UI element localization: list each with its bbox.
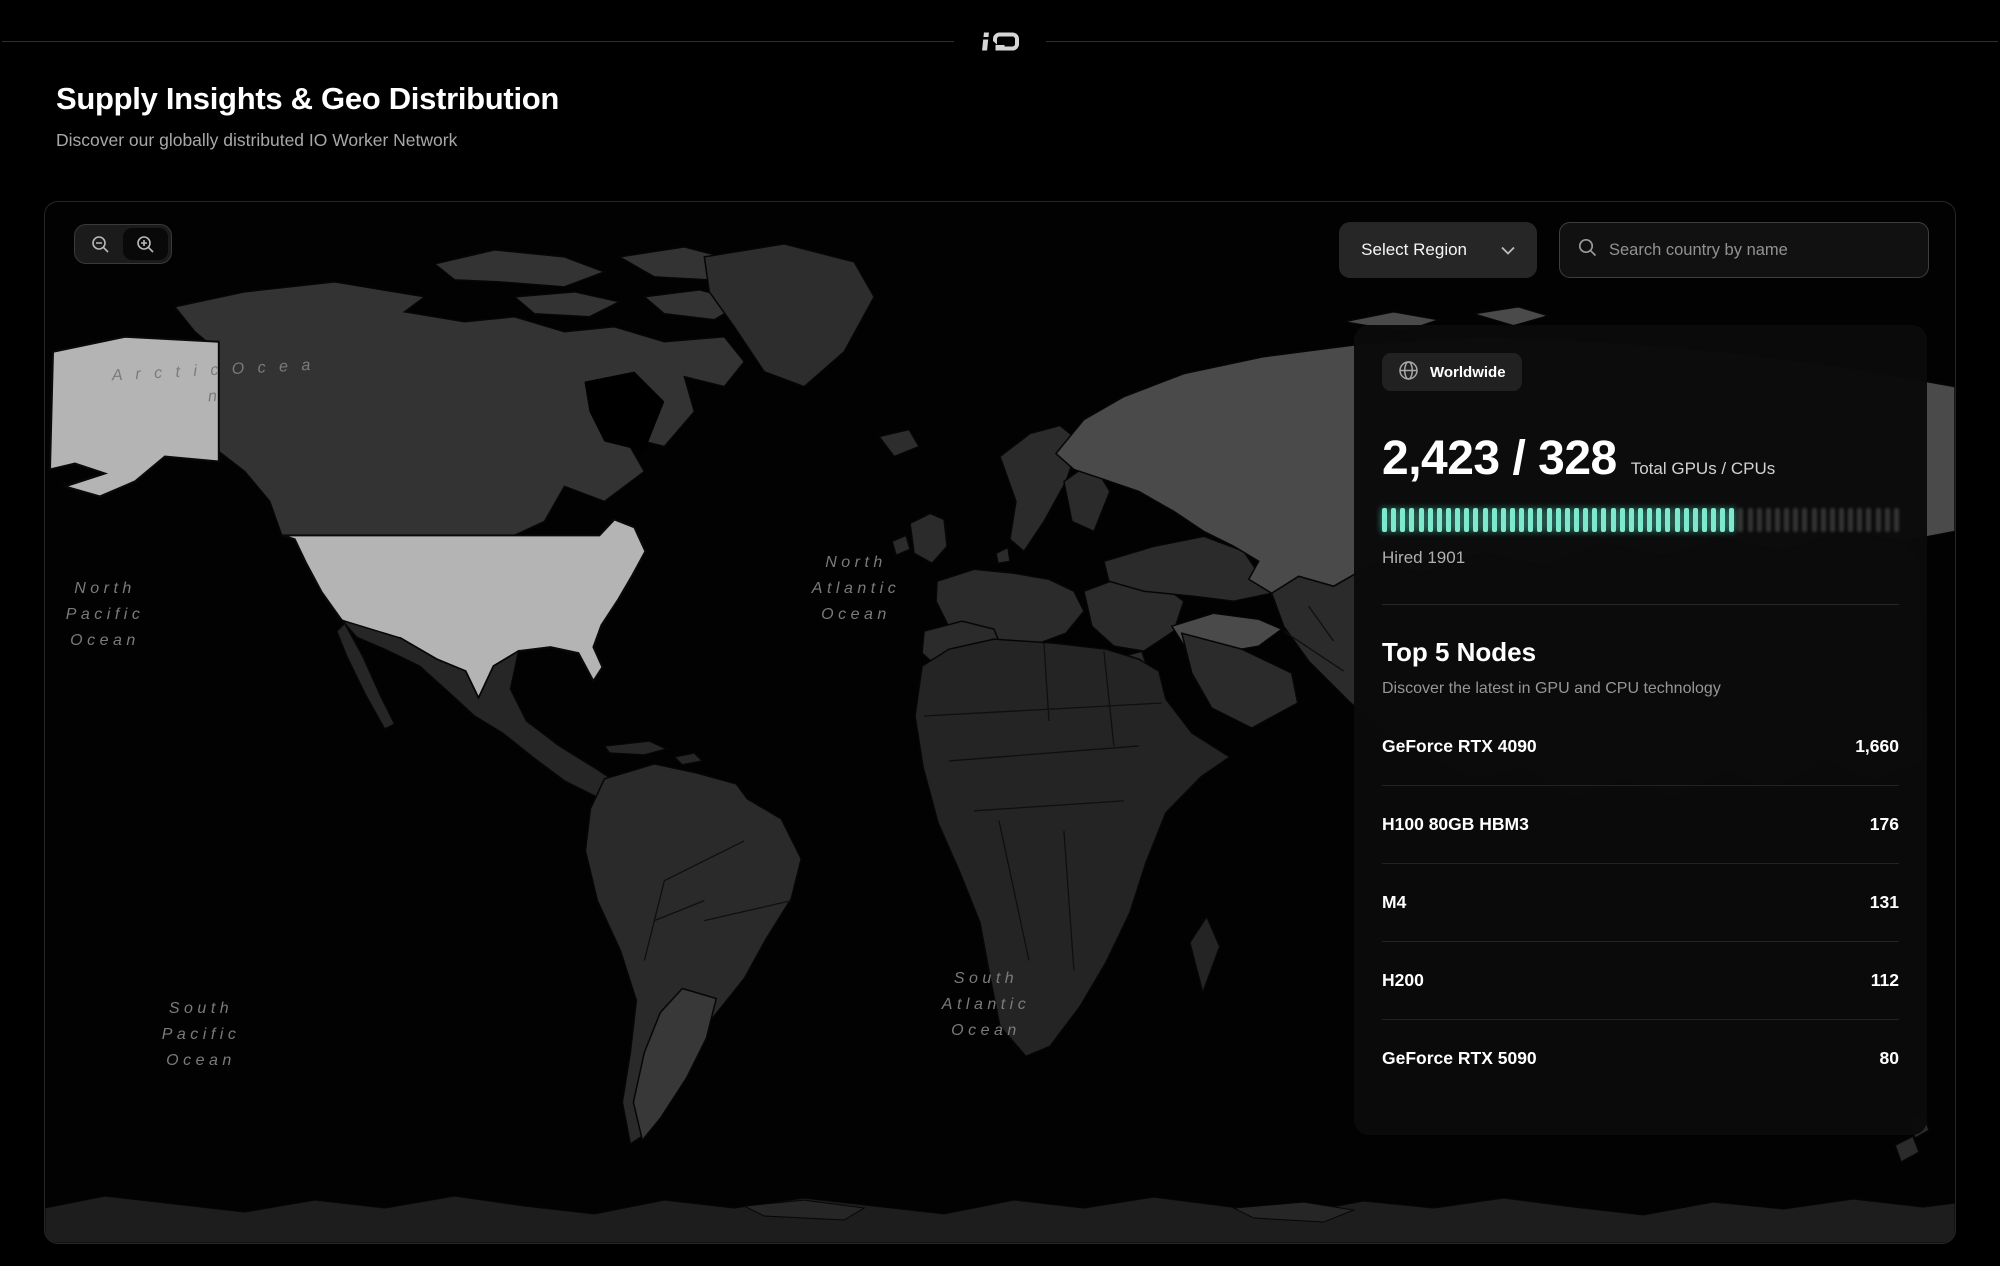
- node-count: 80: [1880, 1048, 1899, 1069]
- country-alaska[interactable]: [50, 337, 219, 497]
- node-count: 1,660: [1855, 736, 1899, 757]
- zoom-in-button[interactable]: [123, 228, 168, 260]
- magnifier-plus-icon: [136, 235, 155, 254]
- top-nodes-list: GeForce RTX 4090 1,660 H100 80GB HBM3 17…: [1382, 708, 1899, 1097]
- node-count: 176: [1870, 814, 1899, 835]
- zoom-out-button[interactable]: [78, 228, 123, 260]
- node-name: GeForce RTX 4090: [1382, 736, 1537, 757]
- hired-label: Hired 1901: [1382, 548, 1899, 568]
- top-nodes-title: Top 5 Nodes: [1382, 637, 1899, 668]
- page-title: Supply Insights & Geo Distribution: [56, 81, 2000, 117]
- top-nodes-subtitle: Discover the latest in GPU and CPU techn…: [1382, 680, 1899, 698]
- continent-africa[interactable]: [915, 639, 1230, 1056]
- node-row: GeForce RTX 5090 80: [1382, 1019, 1899, 1097]
- totals: 2,423 / 328 Total GPUs / CPUs: [1382, 431, 1899, 486]
- total-gpus-cpus-value: 2,423 / 328: [1382, 431, 1617, 486]
- map-card: A r c t i c O c e a n North Pacific Ocea…: [44, 201, 1956, 1244]
- continent-antarctica: [45, 1196, 1955, 1243]
- io-logo-icon: [980, 32, 1020, 51]
- chevron-down-icon: [1501, 240, 1515, 260]
- globe-icon: [1398, 360, 1419, 385]
- magnifier-minus-icon: [91, 235, 110, 254]
- page-subtitle: Discover our globally distributed IO Wor…: [56, 130, 2000, 151]
- select-region-label: Select Region: [1361, 240, 1467, 260]
- node-name: GeForce RTX 5090: [1382, 1048, 1537, 1069]
- node-name: H100 80GB HBM3: [1382, 814, 1529, 835]
- capacity-bar: [1382, 508, 1899, 532]
- stats-panel: Worldwide 2,423 / 328 Total GPUs / CPUs …: [1354, 325, 1927, 1135]
- search-icon: [1578, 238, 1597, 262]
- divider-line: [2, 41, 954, 42]
- search-input[interactable]: [1609, 241, 1910, 260]
- top-divider: [0, 32, 2000, 51]
- region-chip-label: Worldwide: [1430, 364, 1506, 381]
- country-brazil[interactable]: [585, 764, 801, 1144]
- panel-divider: [1382, 604, 1899, 605]
- total-gpus-cpus-caption: Total GPUs / CPUs: [1631, 459, 1776, 479]
- node-row: M4 131: [1382, 863, 1899, 941]
- node-count: 131: [1870, 892, 1899, 913]
- node-row: GeForce RTX 4090 1,660: [1382, 708, 1899, 785]
- node-count: 112: [1871, 970, 1899, 991]
- node-row: H100 80GB HBM3 176: [1382, 785, 1899, 863]
- node-name: M4: [1382, 892, 1406, 913]
- region-chip: Worldwide: [1382, 353, 1522, 391]
- node-row: H200 112: [1382, 941, 1899, 1019]
- node-name: H200: [1382, 970, 1424, 991]
- country-search[interactable]: [1559, 222, 1929, 278]
- select-region-dropdown[interactable]: Select Region: [1339, 222, 1537, 278]
- map-toolbar: Select Region: [1339, 222, 1929, 278]
- divider-line: [1046, 41, 1998, 42]
- map-zoom-controls: [74, 224, 172, 264]
